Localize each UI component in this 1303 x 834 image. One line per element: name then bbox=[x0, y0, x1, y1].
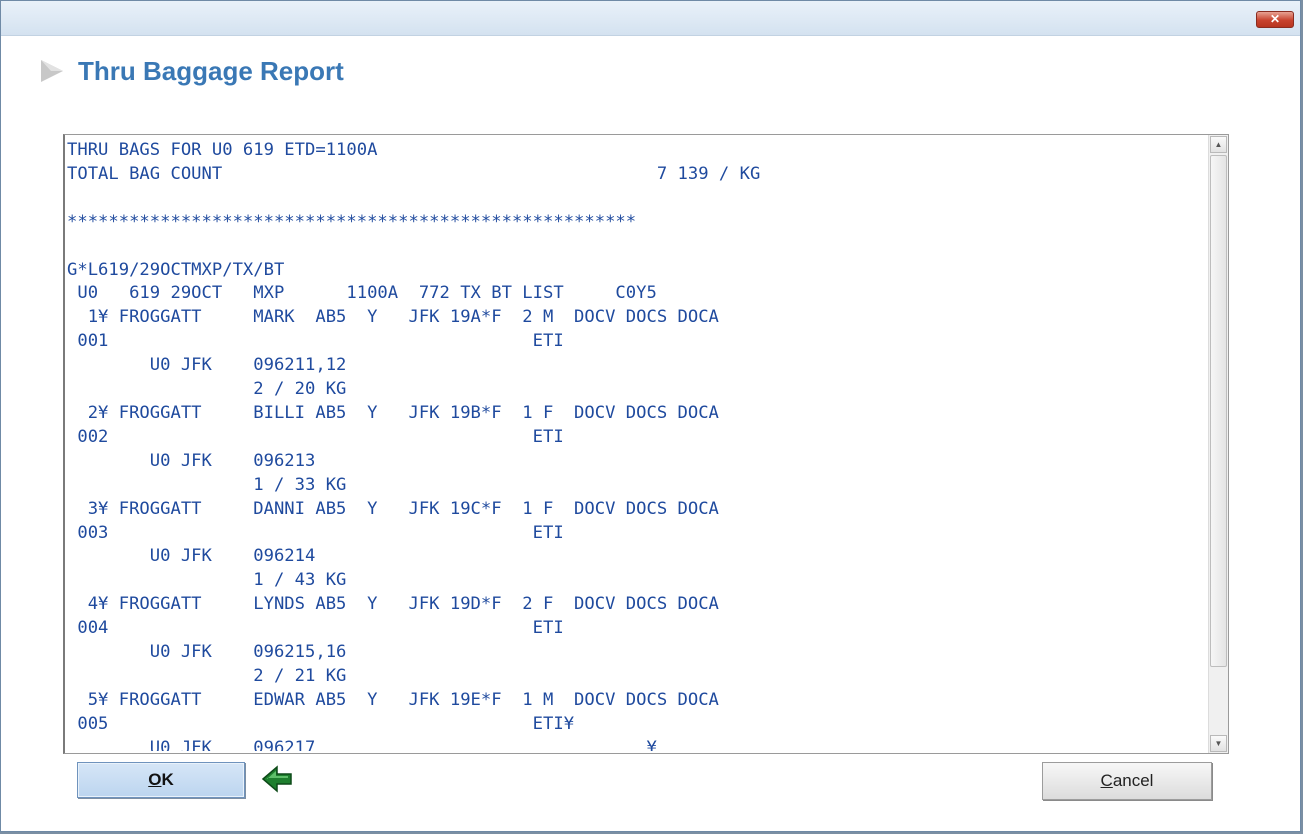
report-line: U0 JFK 096215,16 bbox=[67, 642, 347, 663]
close-button[interactable]: ✕ bbox=[1256, 11, 1294, 28]
dialog-content: Thru Baggage Report THRU BAGS FOR U0 619… bbox=[9, 36, 1292, 825]
cancel-button[interactable]: Cancel bbox=[1042, 762, 1212, 800]
report-line: 3¥ FROGGATT DANNI AB5 Y JFK 19C*F 1 F DO… bbox=[67, 498, 719, 519]
report-line: 1 / 43 KG bbox=[67, 570, 347, 591]
ok-button-label: K bbox=[161, 770, 174, 789]
page-title: Thru Baggage Report bbox=[78, 56, 344, 86]
report-text: THRU BAGS FOR U0 619 ETD=1100A TOTAL BAG… bbox=[67, 139, 1207, 751]
scroll-down-button[interactable]: ▼ bbox=[1210, 735, 1227, 752]
ok-button-mnemonic: O bbox=[148, 770, 162, 789]
scroll-thumb[interactable] bbox=[1210, 155, 1227, 667]
report-line: TOTAL BAG COUNT 7 139 / KG bbox=[67, 163, 761, 184]
report-line: 4¥ FROGGATT LYNDS AB5 Y JFK 19D*F 2 F DO… bbox=[67, 594, 719, 615]
title-bar: ✕ bbox=[1, 1, 1300, 36]
dialog-window: ✕ Thru Baggage Report THRU BAGS FOR U0 6… bbox=[0, 0, 1301, 832]
arrow-left-icon bbox=[261, 765, 292, 793]
report-line: 005 ETI¥ bbox=[67, 713, 575, 734]
report-line: 003 ETI bbox=[67, 522, 564, 543]
report-line: 5¥ FROGGATT EDWAR AB5 Y JFK 19E*F 1 M DO… bbox=[67, 689, 719, 710]
ok-button[interactable]: OK bbox=[77, 762, 245, 798]
report-panel: THRU BAGS FOR U0 619 ETD=1100A TOTAL BAG… bbox=[63, 134, 1229, 754]
report-line: 1 / 33 KG bbox=[67, 474, 347, 495]
report-line: THRU BAGS FOR U0 619 ETD=1100A bbox=[67, 140, 378, 160]
report-line: U0 JFK 096213 bbox=[67, 450, 316, 471]
report-line: U0 JFK 096214 bbox=[67, 546, 316, 567]
scroll-up-button[interactable]: ▲ bbox=[1210, 136, 1227, 153]
report-line: 004 ETI bbox=[67, 618, 564, 639]
chevron-right-icon bbox=[41, 60, 63, 82]
report-line: U0 JFK 096211,12 bbox=[67, 355, 347, 376]
report-line: 002 ETI bbox=[67, 426, 564, 447]
report-line: 001 ETI bbox=[67, 331, 564, 352]
close-icon: ✕ bbox=[1269, 12, 1281, 26]
report-line: G*L619/29OCTMXP/TX/BT bbox=[67, 259, 285, 280]
cancel-button-mnemonic: C bbox=[1100, 771, 1113, 790]
report-line: U0 JFK 096217 ¥ bbox=[67, 737, 657, 751]
report-line: ****************************************… bbox=[67, 211, 637, 232]
report-line: 2 / 20 KG bbox=[67, 379, 347, 400]
report-line: 2¥ FROGGATT BILLI AB5 Y JFK 19B*F 1 F DO… bbox=[67, 402, 719, 423]
report-line: 1¥ FROGGATT MARK AB5 Y JFK 19A*F 2 M DOC… bbox=[67, 307, 719, 328]
vertical-scrollbar[interactable]: ▲ ▼ bbox=[1208, 135, 1228, 753]
report-line: U0 619 29OCT MXP 1100A 772 TX BT LIST C0… bbox=[67, 283, 657, 304]
report-line: 2 / 21 KG bbox=[67, 665, 347, 686]
cancel-button-label: ancel bbox=[1112, 771, 1154, 790]
